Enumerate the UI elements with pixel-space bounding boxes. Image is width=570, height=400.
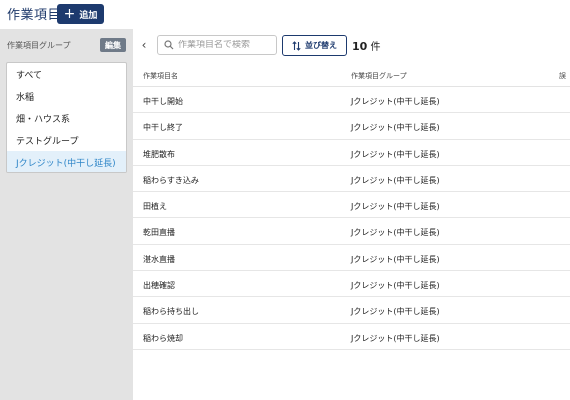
cell-name: 中干し終了 <box>143 123 183 133</box>
search-box <box>157 35 277 55</box>
result-count-value: 10 <box>352 40 368 53</box>
cell-name: 出穂確認 <box>143 281 175 291</box>
cell-group: Jクレジット(中干し延長) <box>351 123 440 133</box>
collapse-sidebar-icon[interactable]: ‹ <box>138 37 150 53</box>
cell-name: 湛水直播 <box>143 254 175 264</box>
table-row[interactable]: 稲わら持ち出し Jクレジット(中干し延長) <box>133 297 570 324</box>
cell-name: 乾田直播 <box>143 228 175 238</box>
cell-name: 堆肥散布 <box>143 149 175 159</box>
column-header-name[interactable]: 作業項目名 <box>143 71 178 81</box>
result-count: 10 件 <box>352 38 381 53</box>
group-item-paddy-rice[interactable]: 水稲 <box>7 85 126 107</box>
group-item-j-credit[interactable]: Jクレジット(中干し延長) <box>7 151 126 172</box>
search-input[interactable] <box>178 40 274 50</box>
result-count-unit: 件 <box>370 42 381 53</box>
table-row[interactable]: 中干し終了 Jクレジット(中干し延長) <box>133 113 570 140</box>
search-icon <box>164 40 174 50</box>
sort-button-label: 並び替え <box>305 41 337 50</box>
cell-name: 稲わらすき込み <box>143 175 199 185</box>
add-button[interactable]: + 追加 <box>57 4 104 24</box>
sort-icon <box>292 40 301 51</box>
cell-group: Jクレジット(中干し延長) <box>351 307 440 317</box>
edit-groups-button[interactable]: 編集 <box>100 38 126 52</box>
cell-group: Jクレジット(中干し延長) <box>351 202 440 212</box>
cell-group: Jクレジット(中干し延長) <box>351 175 440 185</box>
group-sidebar: 作業項目グループ 編集 すべて 水稲 畑・ハウス系 テストグループ Jクレジット… <box>0 29 133 400</box>
cell-name: 田植え <box>143 202 167 212</box>
table-row[interactable]: 稲わらすき込み Jクレジット(中干し延長) <box>133 166 570 193</box>
column-header-group[interactable]: 作業項目グループ <box>351 71 407 81</box>
table-header: 作業項目名 作業項目グループ 誤 <box>133 62 570 87</box>
cell-group: Jクレジット(中干し延長) <box>351 228 440 238</box>
cell-group: Jクレジット(中干し延長) <box>351 97 440 106</box>
group-list: すべて 水稲 畑・ハウス系 テストグループ Jクレジット(中干し延長) <box>6 62 127 173</box>
page-title: 作業項目 <box>7 8 62 23</box>
cell-group: Jクレジット(中干し延長) <box>351 254 440 264</box>
work-item-table: 作業項目名 作業項目グループ 誤 中干し開始 Jクレジット(中干し延長) 中干し終… <box>133 62 570 400</box>
sidebar-heading: 作業項目グループ <box>7 41 71 50</box>
cell-group: Jクレジット(中干し延長) <box>351 281 440 291</box>
column-header-third[interactable]: 誤 <box>559 71 566 81</box>
add-button-label: 追加 <box>79 10 98 21</box>
table-row[interactable]: 稲わら焼却 Jクレジット(中干し延長) <box>133 324 570 350</box>
table-row[interactable]: 湛水直播 Jクレジット(中干し延長) <box>133 245 570 272</box>
group-item-test-group[interactable]: テストグループ <box>7 129 126 151</box>
table-row[interactable]: 乾田直播 Jクレジット(中干し延長) <box>133 218 570 245</box>
plus-icon: + <box>63 5 76 22</box>
cell-group: Jクレジット(中干し延長) <box>351 333 440 343</box>
top-bar: 作業項目 + 追加 <box>0 0 570 29</box>
cell-name: 稲わら焼却 <box>143 333 183 343</box>
group-item-field-house[interactable]: 畑・ハウス系 <box>7 107 126 129</box>
table-row[interactable]: 中干し開始 Jクレジット(中干し延長) <box>133 87 570 114</box>
cell-name: 稲わら持ち出し <box>143 307 199 317</box>
table-row[interactable]: 堆肥散布 Jクレジット(中干し延長) <box>133 140 570 166</box>
table-row[interactable]: 出穂確認 Jクレジット(中干し延長) <box>133 271 570 298</box>
cell-name: 中干し開始 <box>143 97 183 106</box>
cell-group: Jクレジット(中干し延長) <box>351 149 440 159</box>
sort-button[interactable]: 並び替え <box>282 35 347 56</box>
group-item-all[interactable]: すべて <box>7 63 126 85</box>
table-row[interactable]: 田植え Jクレジット(中干し延長) <box>133 192 570 219</box>
